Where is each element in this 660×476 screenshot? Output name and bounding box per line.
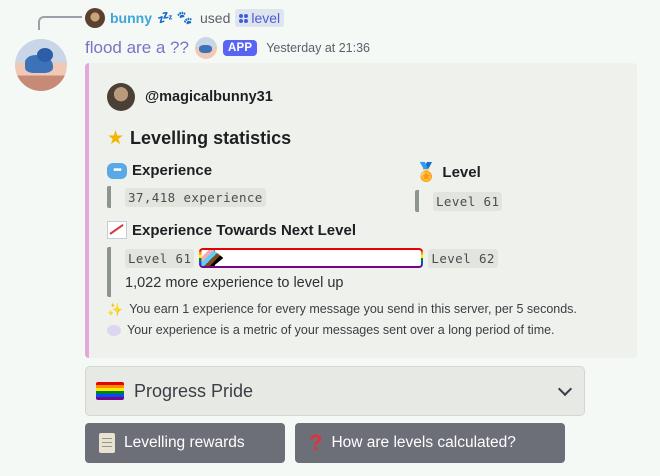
next-level-field-name: Experience Towards Next Level [107,221,627,239]
footnote-metric-text: Your experience is a metric of your mess… [127,323,555,337]
message-header: flood are a ?? APP Yesterday at 21:36 [85,36,370,60]
speech-balloon-icon: ••• [107,162,127,179]
embed-title-text: Levelling statistics [130,128,292,148]
avatar-art-detail [37,48,53,62]
progress-row: Level 61 Level 62 [125,247,627,269]
progress-pride-chevron [201,250,224,266]
thought-bubble-icon [107,325,121,336]
how-levels-calculated-label: How are levels calculated? [331,434,516,451]
levelling-rewards-label: Levelling rewards [124,434,245,451]
app-badge: APP [222,40,258,56]
embed-author: @magicalbunny31 [107,83,273,111]
question-mark-icon: ? [309,430,323,455]
sparkles-icon: ✨ [107,302,124,317]
next-level-field: Experience Towards Next Level Level 61 L… [107,221,627,297]
level-embed: @magicalbunny31 ★ Levelling statistics •… [85,63,637,358]
embed-author-name: @magicalbunny31 [145,89,273,105]
chart-increasing-icon [107,221,127,239]
message: bunny 💤 🐾 used level flood are a ?? APP … [0,0,660,476]
current-level: Level 61 [125,248,195,268]
medal-icon: 🏅 [415,162,438,182]
level-field: 🏅 Level Level 61 [415,162,503,212]
next-level-label: Experience Towards Next Level [132,221,356,239]
embed-author-avatar [107,83,135,111]
star-icon: ★ [107,128,125,149]
slash-command[interactable]: level [235,9,285,27]
remaining-experience: 1,022 more experience to level up [125,275,344,291]
bar-style-select[interactable]: Progress Pride [85,366,585,416]
footnote-earn-text: You earn 1 experience for every message … [129,302,577,316]
slash-command-name: level [251,10,281,26]
experience-field: ••• Experience 37,418 experience [107,162,266,208]
next-level: Level 62 [428,248,498,268]
level-value: Level 61 [433,191,503,211]
experience-field-name: ••• Experience [107,162,266,179]
author-name[interactable]: flood are a ?? [85,38,189,58]
scroll-icon [99,433,115,453]
reply-context[interactable]: bunny 💤 🐾 used level [85,7,285,29]
level-field-name: 🏅 Level [415,162,502,183]
reply-avatar[interactable] [85,8,105,28]
next-level-quote: Level 61 Level 62 1,022 more experience … [107,247,627,297]
footnote-metric: Your experience is a metric of your mess… [107,320,577,341]
footnote-earn: ✨ You earn 1 experience for every messag… [107,299,577,320]
how-levels-calculated-button[interactable]: ? How are levels calculated? [295,423,565,463]
level-label: Level [442,164,481,181]
reply-verb: used [200,10,231,26]
select-value: Progress Pride [134,380,254,401]
embed-title: ★ Levelling statistics [107,127,291,150]
experience-quote: 37,418 experience [107,186,266,208]
reply-connector [38,16,82,30]
level-progress-bar [199,248,423,268]
level-quote: Level 61 [415,190,503,212]
author-avatar[interactable] [15,39,67,91]
experience-label: Experience [132,162,213,179]
app-command-icon [239,13,249,23]
chevron-down-icon [557,381,573,396]
experience-value: 37,418 experience [125,187,266,207]
embed-footnotes: ✨ You earn 1 experience for every messag… [107,299,577,341]
author-emoji-icon [194,37,217,59]
levelling-rewards-button[interactable]: Levelling rewards [85,423,285,463]
message-timestamp[interactable]: Yesterday at 21:36 [266,41,370,55]
pride-flag-icon [96,382,124,400]
reply-emoji: 💤 🐾 [157,10,193,25]
reply-username[interactable]: bunny [110,10,152,26]
